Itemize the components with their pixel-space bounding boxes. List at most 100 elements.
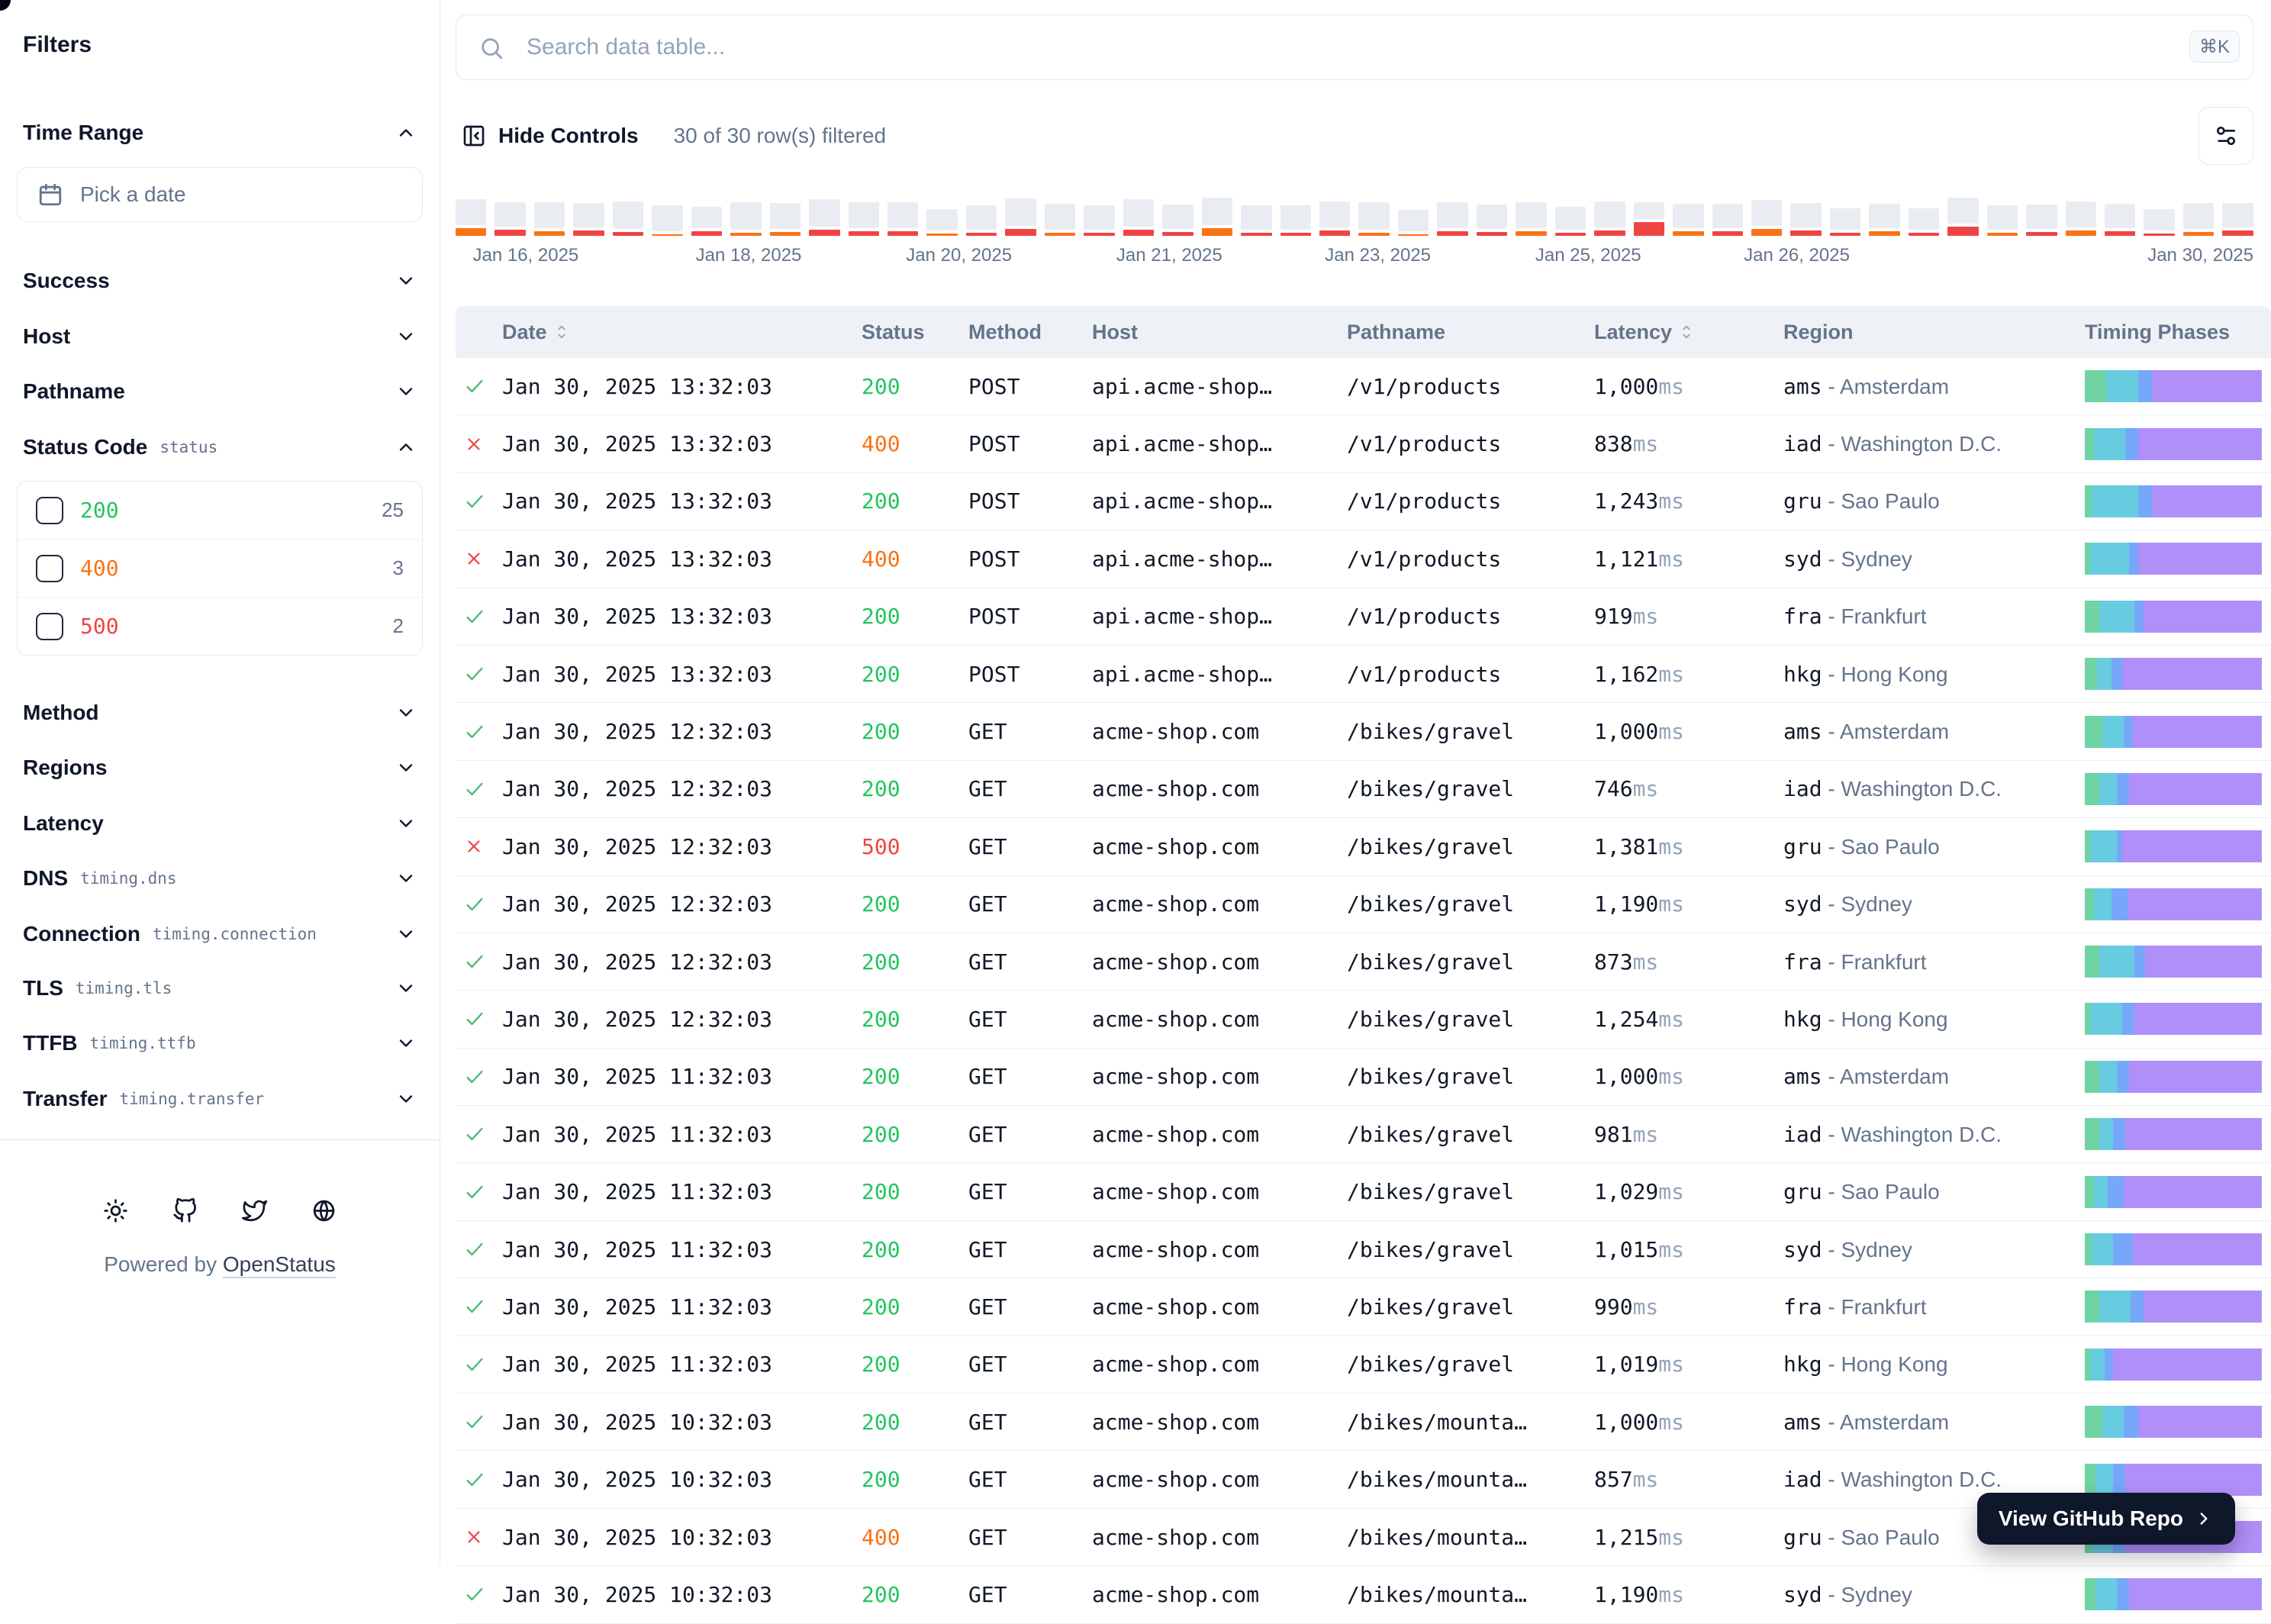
table-row[interactable]: Jan 30, 2025 11:32:03200GETacme-shop.com… [456,1221,2271,1278]
section-success[interactable]: Success [23,267,423,295]
header-timing-phases[interactable]: Timing Phases [2085,321,2271,344]
timeline-bar[interactable] [1319,201,1350,236]
header-date[interactable]: Date [502,321,862,344]
header-status[interactable]: Status [862,321,968,344]
timeline-bar[interactable] [2026,205,2057,236]
timeline-bar[interactable] [809,199,839,236]
timeline-bar[interactable] [1790,203,1821,236]
header-method[interactable]: Method [968,321,1092,344]
timeline-bar[interactable] [1202,198,1232,236]
timeline-bar[interactable] [2105,204,2135,236]
table-row[interactable]: Jan 30, 2025 13:32:03200POSTapi.acme-sho… [456,358,2271,415]
section-connection[interactable]: Connection timing.connection [23,920,423,948]
date-picker-button[interactable]: Pick a date [17,167,423,222]
table-row[interactable]: Jan 30, 2025 12:32:03200GETacme-shop.com… [456,876,2271,933]
table-row[interactable]: Jan 30, 2025 10:32:03200GETacme-shop.com… [456,1394,2271,1451]
timeline-bar[interactable] [1241,205,1271,236]
header-region[interactable]: Region [1783,321,2085,344]
section-method[interactable]: Method [23,699,423,727]
timeline-bar[interactable] [1947,198,1978,236]
timeline-bar[interactable] [1358,202,1389,236]
timeline-bar[interactable] [1751,200,1782,236]
status-code-option[interactable]: 5002 [18,597,422,655]
timeline-bar[interactable] [966,205,997,236]
timeline-bar[interactable] [1987,205,2018,236]
view-github-repo-button[interactable]: View GitHub Repo [1977,1493,2235,1545]
timeline-bar[interactable] [1909,208,1939,236]
section-latency[interactable]: Latency [23,810,423,837]
section-status-code[interactable]: Status Code status [23,433,423,461]
table-row[interactable]: Jan 30, 2025 12:32:03200GETacme-shop.com… [456,991,2271,1048]
status-code-option[interactable]: 4003 [18,539,422,597]
timeline-bar[interactable] [2183,203,2214,236]
timeline-bar[interactable] [926,209,957,236]
table-row[interactable]: Jan 30, 2025 12:32:03200GETacme-shop.com… [456,761,2271,818]
status-code-option[interactable]: 20025 [18,482,422,539]
twitter-icon[interactable] [242,1198,267,1223]
header-latency[interactable]: Latency [1594,321,1783,344]
checkbox[interactable] [36,497,63,524]
globe-icon[interactable] [311,1198,337,1223]
checkbox[interactable] [36,555,63,582]
timeline-bar[interactable] [1005,198,1036,236]
hide-controls-button[interactable]: Hide Controls [456,124,645,148]
timeline-bar[interactable] [1869,204,1899,236]
section-ttfb[interactable]: TTFB timing.ttfb [23,1030,423,1057]
openstatus-link[interactable]: OpenStatus [223,1252,336,1276]
table-row[interactable]: Jan 30, 2025 12:32:03200GETacme-shop.com… [456,933,2271,991]
timeline-bar[interactable] [1634,202,1664,236]
table-row[interactable]: Jan 30, 2025 12:32:03200GETacme-shop.com… [456,703,2271,760]
timeline-bar[interactable] [573,203,604,236]
timeline-bar[interactable] [456,199,486,236]
timeline-bar[interactable] [613,201,643,236]
section-regions[interactable]: Regions [23,754,423,781]
timeline-bar[interactable] [1673,204,1703,236]
table-row[interactable]: Jan 30, 2025 11:32:03200GETacme-shop.com… [456,1049,2271,1106]
view-options-button[interactable] [2199,107,2253,165]
table-row[interactable]: Jan 30, 2025 11:32:03200GETacme-shop.com… [456,1163,2271,1220]
table-row[interactable]: Jan 30, 2025 12:32:03500GETacme-shop.com… [456,818,2271,875]
timeline-bar[interactable] [770,203,800,236]
timeline-bar[interactable] [1045,204,1075,236]
section-transfer[interactable]: Transfer timing.transfer [23,1085,423,1113]
table-row[interactable]: Jan 30, 2025 11:32:03200GETacme-shop.com… [456,1106,2271,1163]
section-pathname[interactable]: Pathname [23,378,423,405]
table-row[interactable]: Jan 30, 2025 13:32:03400POSTapi.acme-sho… [456,530,2271,588]
table-row[interactable]: Jan 30, 2025 11:32:03200GETacme-shop.com… [456,1278,2271,1336]
timeline-bar[interactable] [2222,203,2253,236]
timeline-bar[interactable] [1398,210,1429,236]
timeline-bar[interactable] [534,202,565,236]
table-row[interactable]: Jan 30, 2025 13:32:03200POSTapi.acme-sho… [456,588,2271,646]
timeline-bar[interactable] [1594,201,1625,236]
timeline-bar[interactable] [691,207,722,236]
section-tls[interactable]: TLS timing.tls [23,975,423,1002]
timeline-bar[interactable] [1280,205,1311,236]
checkbox[interactable] [36,613,63,640]
section-host[interactable]: Host [23,323,423,350]
table-row[interactable]: Jan 30, 2025 13:32:03200POSTapi.acme-sho… [456,646,2271,703]
timeline-bar[interactable] [1516,202,1546,236]
table-row[interactable]: Jan 30, 2025 10:32:03200GETacme-shop.com… [456,1566,2271,1623]
timeline-bar[interactable] [2066,201,2096,236]
timeline-bar[interactable] [494,202,525,236]
timeline-bar[interactable] [730,202,761,236]
timeline-bar[interactable] [1084,205,1114,236]
section-dns[interactable]: DNS timing.dns [23,865,423,892]
timeline-bar[interactable] [2144,209,2174,236]
timeline-bar[interactable] [1830,208,1860,236]
timeline-bar[interactable] [1555,207,1586,236]
table-row[interactable]: Jan 30, 2025 13:32:03200POSTapi.acme-sho… [456,473,2271,530]
timeline-bar[interactable] [1437,202,1467,236]
timeline-bar[interactable] [1712,204,1743,236]
timeline-bar[interactable] [1162,205,1193,236]
search-input[interactable] [456,14,2253,80]
timeline-bar[interactable] [849,202,879,236]
github-icon[interactable] [172,1198,198,1223]
section-time-range[interactable]: Time Range [23,119,423,147]
timeline-bar[interactable] [1477,205,1507,236]
timeline-bar[interactable] [1123,199,1154,236]
timeline-bar[interactable] [652,205,682,236]
header-host[interactable]: Host [1092,321,1347,344]
theme-toggle-sun-icon[interactable] [103,1198,128,1223]
header-pathname[interactable]: Pathname [1347,321,1594,344]
